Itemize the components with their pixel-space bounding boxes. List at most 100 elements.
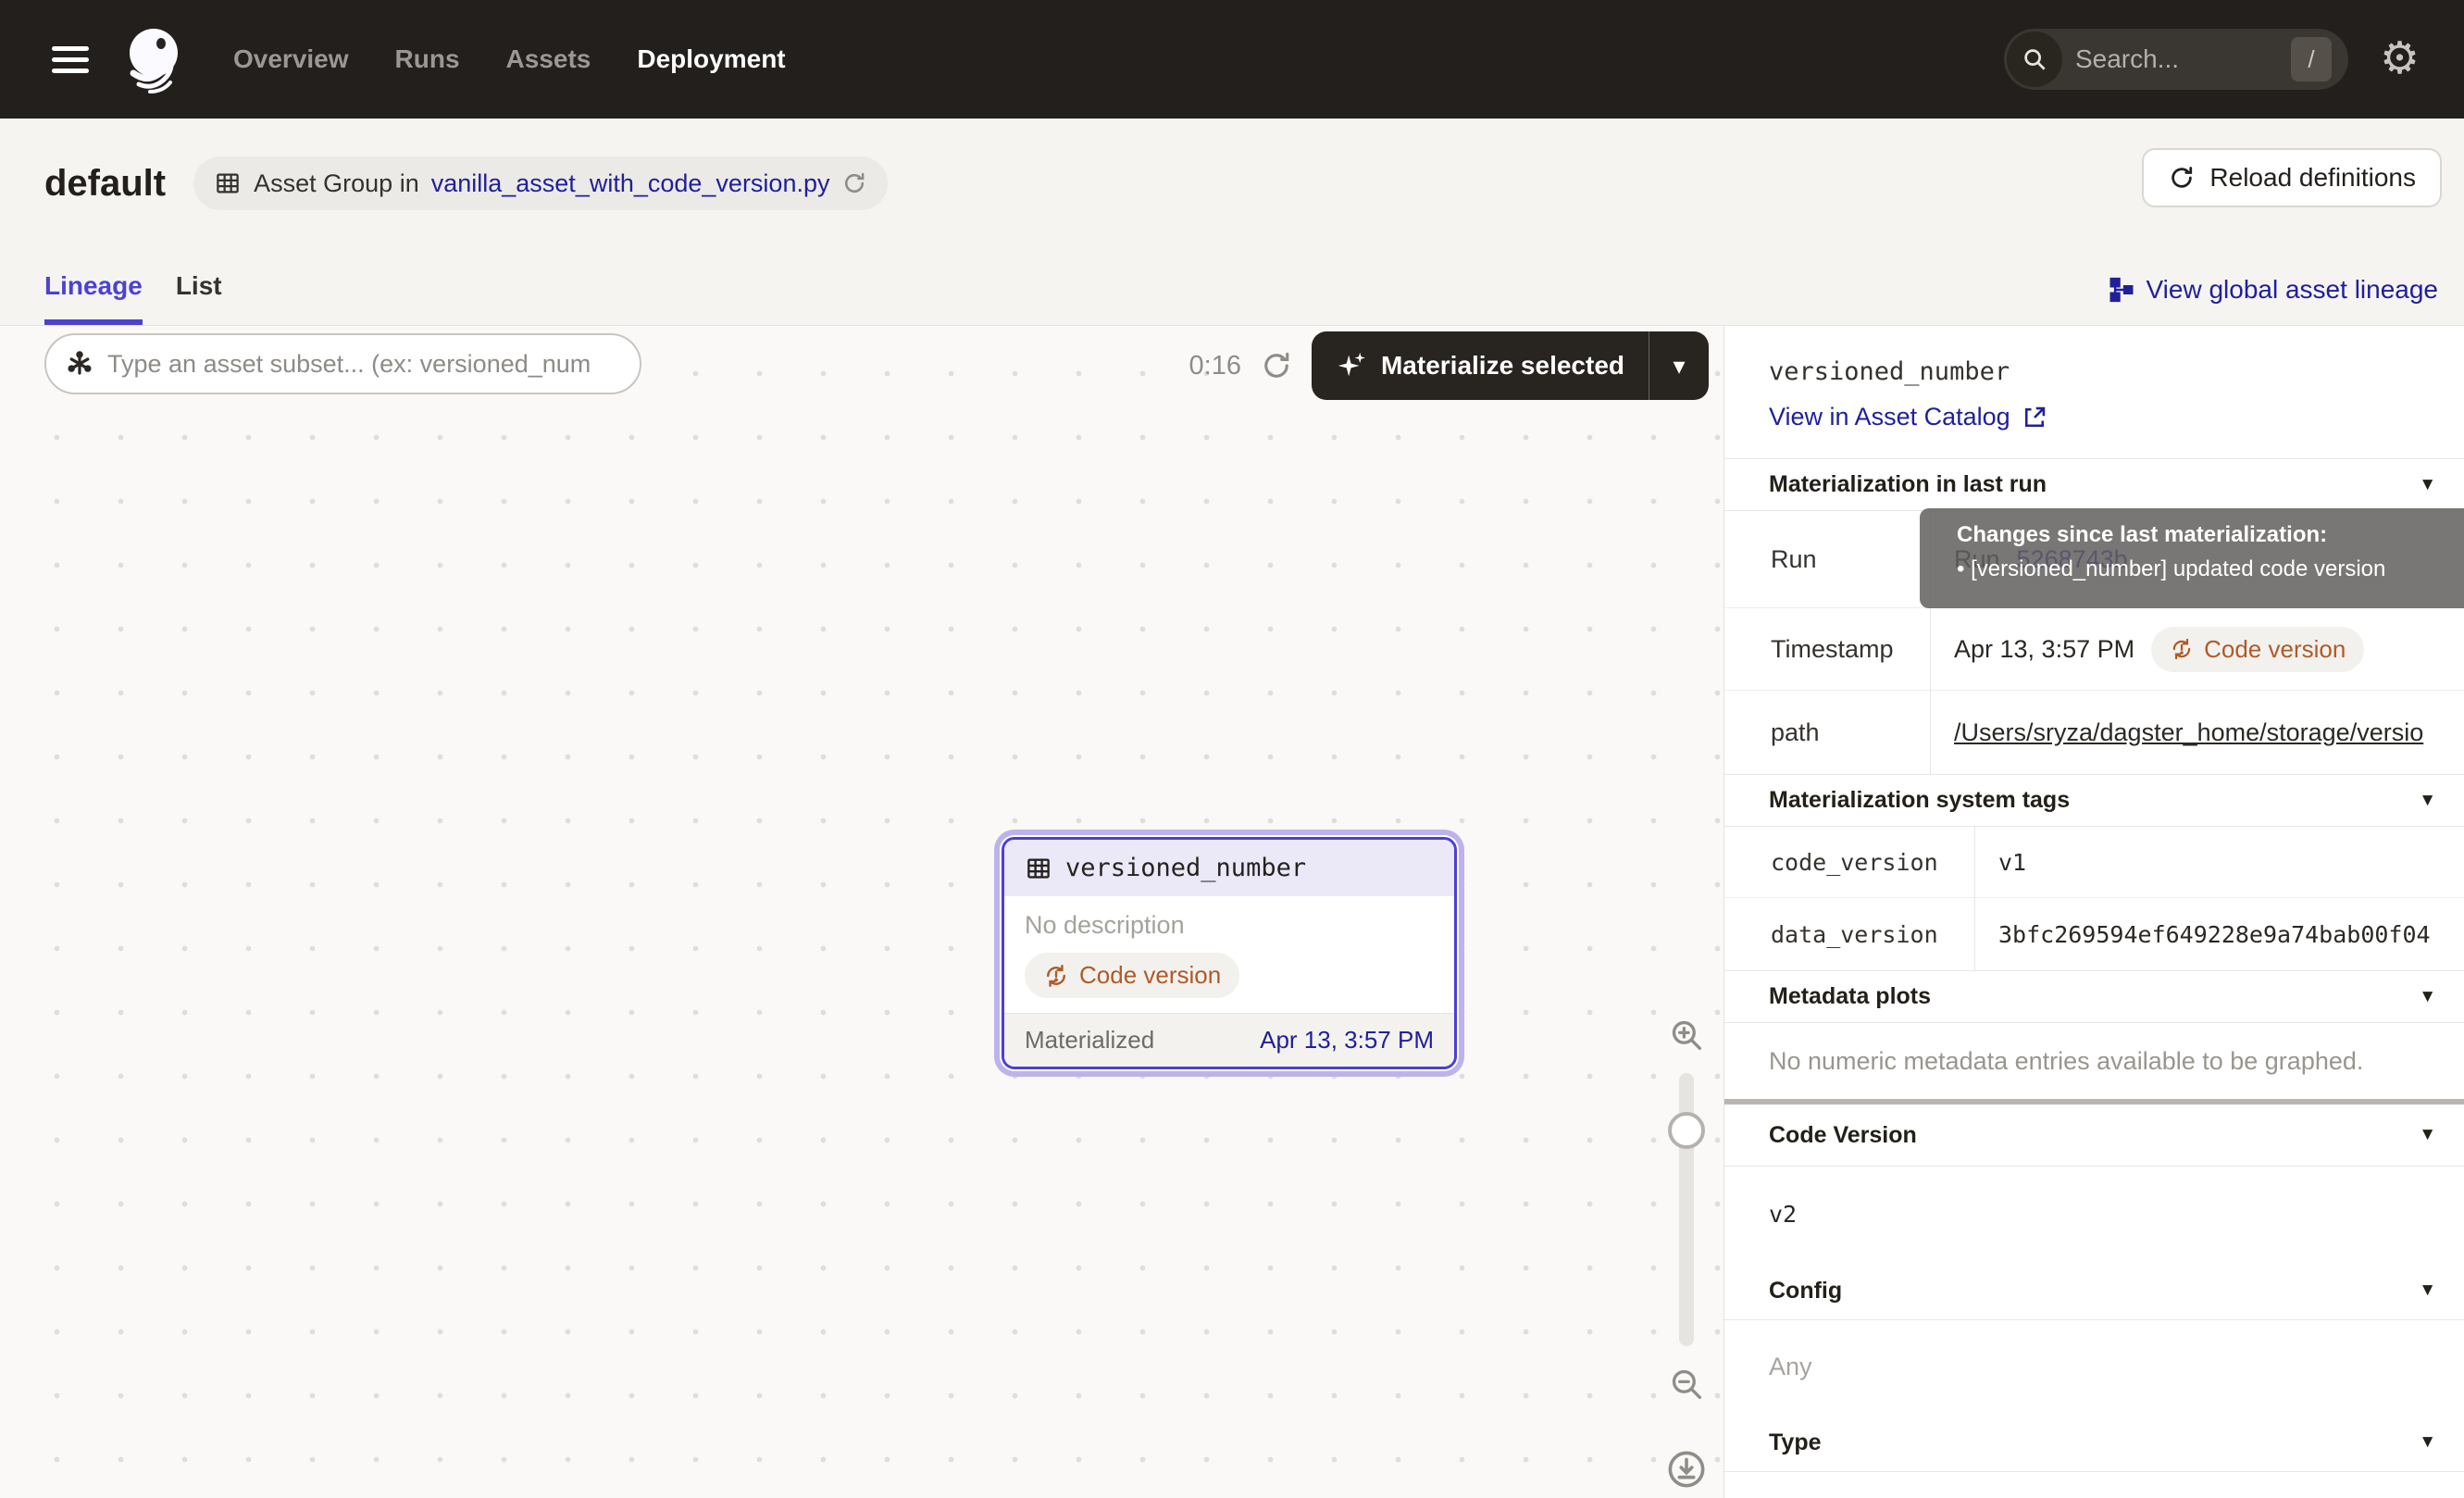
code-version-badge: Code version: [2151, 627, 2364, 672]
refresh-timer: 0:16: [1189, 351, 1241, 381]
code-version-changed-icon: [2170, 637, 2194, 661]
code-version-tag-row: code_version v1: [1724, 827, 2464, 898]
code-version-badge-label: Code version: [1079, 961, 1221, 990]
nav-item-overview[interactable]: Overview: [233, 44, 349, 74]
search-shortcut-key: /: [2291, 37, 2332, 81]
section-header-label: Materialization system tags: [1769, 787, 2070, 814]
zoom-slider-handle[interactable]: [1668, 1112, 1705, 1149]
section-materialization-system-tags[interactable]: Materialization system tags ▼: [1724, 774, 2464, 827]
tooltip-item: • [versioned_number] updated code versio…: [1957, 556, 2457, 582]
chevron-down-icon: ▼: [2419, 1125, 2436, 1145]
menu-icon[interactable]: [52, 40, 89, 80]
chevron-down-icon: ▼: [2419, 987, 2436, 1007]
page-header: default Asset Group in vanilla_asset_wit…: [0, 119, 2464, 326]
data-version-tag-value: 3bfc269594ef649228e9a74bab00f04: [1975, 898, 2464, 970]
grid-icon: [214, 169, 242, 197]
asset-node-title: versioned_number: [1065, 854, 1306, 882]
timestamp-row: Timestamp Apr 13, 3:57 PM Code version: [1724, 608, 2464, 691]
asset-group-label: Asset Group in: [254, 169, 419, 198]
section-header-label: Materialization in last run: [1769, 471, 2047, 498]
materialized-time-link: Apr 13, 3:57 PM: [1260, 1026, 1434, 1055]
view-in-asset-catalog-link[interactable]: View in Asset Catalog: [1769, 403, 2420, 431]
chevron-down-icon: ▼: [2419, 475, 2436, 495]
tooltip-title: Changes since last materialization:: [1957, 522, 2457, 548]
zoom-out-icon[interactable]: [1667, 1365, 1706, 1404]
metadata-plots-empty-message: No numeric metadata entries available to…: [1724, 1023, 2464, 1099]
refresh-icon: [2168, 164, 2196, 192]
asset-node-versioned-number[interactable]: versioned_number No description Code ver…: [1002, 837, 1457, 1069]
code-version-badge-label: Code version: [2204, 635, 2346, 664]
materialize-selected-button[interactable]: Materialize selected ▾: [1312, 331, 1709, 400]
materialize-selected-label: Materialize selected: [1381, 351, 1624, 381]
refresh-icon[interactable]: [841, 170, 867, 196]
sparkles-icon: [1336, 350, 1367, 381]
lineage-canvas[interactable]: 0:16 Materialize selected ▾: [0, 326, 1724, 1498]
code-version-tag-label: code_version: [1724, 827, 1975, 897]
section-header-label: Metadata plots: [1769, 983, 1931, 1010]
settings-gear-icon[interactable]: ⚙: [2380, 37, 2420, 81]
zoom-in-icon[interactable]: [1667, 1016, 1706, 1055]
chevron-down-icon: ▼: [2419, 1280, 2436, 1301]
tab-lineage[interactable]: Lineage: [44, 271, 143, 325]
path-value-link[interactable]: /Users/sryza/dagster_home/storage/versio: [1954, 718, 2423, 747]
zoom-slider[interactable]: [1679, 1073, 1694, 1346]
view-in-asset-catalog-label: View in Asset Catalog: [1769, 403, 2010, 431]
tab-list[interactable]: List: [176, 271, 222, 325]
section-header-label: Type: [1769, 1429, 1822, 1456]
section-materialization-in-last-run[interactable]: Materialization in last run ▼: [1724, 458, 2464, 511]
page-title: default: [44, 163, 166, 205]
run-row-label: Run: [1724, 511, 1931, 607]
primary-nav: Overview Runs Assets Deployment: [233, 44, 786, 74]
code-version-tag-value: v1: [1975, 827, 2464, 897]
asset-detail-panel: versioned_number View in Asset Catalog M…: [1724, 326, 2464, 1498]
panel-asset-title: versioned_number: [1769, 357, 2420, 386]
timestamp-value: Apr 13, 3:57 PM: [1954, 635, 2134, 664]
nav-item-assets[interactable]: Assets: [506, 44, 591, 74]
materialize-dropdown-button[interactable]: ▾: [1649, 331, 1709, 400]
search-box[interactable]: /: [2004, 29, 2348, 90]
chevron-down-icon: ▼: [2419, 791, 2436, 811]
path-row: path /Users/sryza/dagster_home/storage/v…: [1724, 691, 2464, 774]
chevron-down-icon: ▼: [2419, 1432, 2436, 1453]
nav-item-runs[interactable]: Runs: [395, 44, 460, 74]
section-header-label: Config: [1769, 1278, 1842, 1305]
code-version-badge: Code version: [1025, 953, 1239, 998]
dagster-logo-icon[interactable]: [120, 25, 185, 94]
download-graph-icon[interactable]: [1665, 1448, 1708, 1491]
asset-node-description: No description: [1025, 911, 1434, 940]
search-icon: [2007, 31, 2062, 87]
external-link-icon: [2022, 405, 2047, 431]
asset-group-pill: Asset Group in vanilla_asset_with_code_v…: [193, 156, 888, 210]
search-input[interactable]: [2075, 44, 2251, 74]
changes-tooltip: Changes since last materialization: • [v…: [1920, 508, 2464, 608]
code-version-changed-icon: [1043, 963, 1069, 989]
path-row-label: path: [1724, 691, 1931, 774]
materialized-status-label: Materialized: [1025, 1026, 1154, 1055]
timestamp-row-label: Timestamp: [1724, 608, 1931, 690]
data-version-tag-label: data_version: [1724, 898, 1975, 970]
asset-graph-icon: [65, 349, 94, 379]
asset-subset-input[interactable]: [107, 350, 621, 379]
refresh-icon[interactable]: [1260, 349, 1293, 382]
top-nav: Overview Runs Assets Deployment / ⚙: [0, 0, 2464, 119]
view-global-asset-lineage-label: View global asset lineage: [2147, 275, 2438, 305]
code-version-value: v2: [1724, 1167, 2464, 1262]
asset-subset-filter[interactable]: [44, 333, 641, 394]
lineage-graph-icon: [2108, 276, 2135, 304]
section-type[interactable]: Type ▼: [1724, 1414, 2464, 1472]
run-row: Run Run 5268743b Changes since last mate…: [1724, 511, 2464, 608]
data-version-tag-row: data_version 3bfc269594ef649228e9a74bab0…: [1724, 898, 2464, 970]
reload-definitions-label: Reload definitions: [2209, 163, 2416, 193]
view-tabs: Lineage List: [44, 271, 222, 325]
reload-definitions-button[interactable]: Reload definitions: [2142, 148, 2442, 207]
zoom-controls: [1662, 1016, 1711, 1491]
config-value: Any: [1724, 1320, 2464, 1414]
table-icon: [1025, 855, 1052, 882]
section-metadata-plots[interactable]: Metadata plots ▼: [1724, 970, 2464, 1023]
asset-group-file-link[interactable]: vanilla_asset_with_code_version.py: [431, 169, 830, 198]
nav-item-deployment[interactable]: Deployment: [637, 44, 785, 74]
section-header-label: Code Version: [1769, 1122, 1917, 1149]
view-global-asset-lineage-link[interactable]: View global asset lineage: [2108, 275, 2438, 305]
section-config[interactable]: Config ▼: [1724, 1262, 2464, 1320]
section-code-version[interactable]: Code Version ▼: [1724, 1105, 2464, 1167]
